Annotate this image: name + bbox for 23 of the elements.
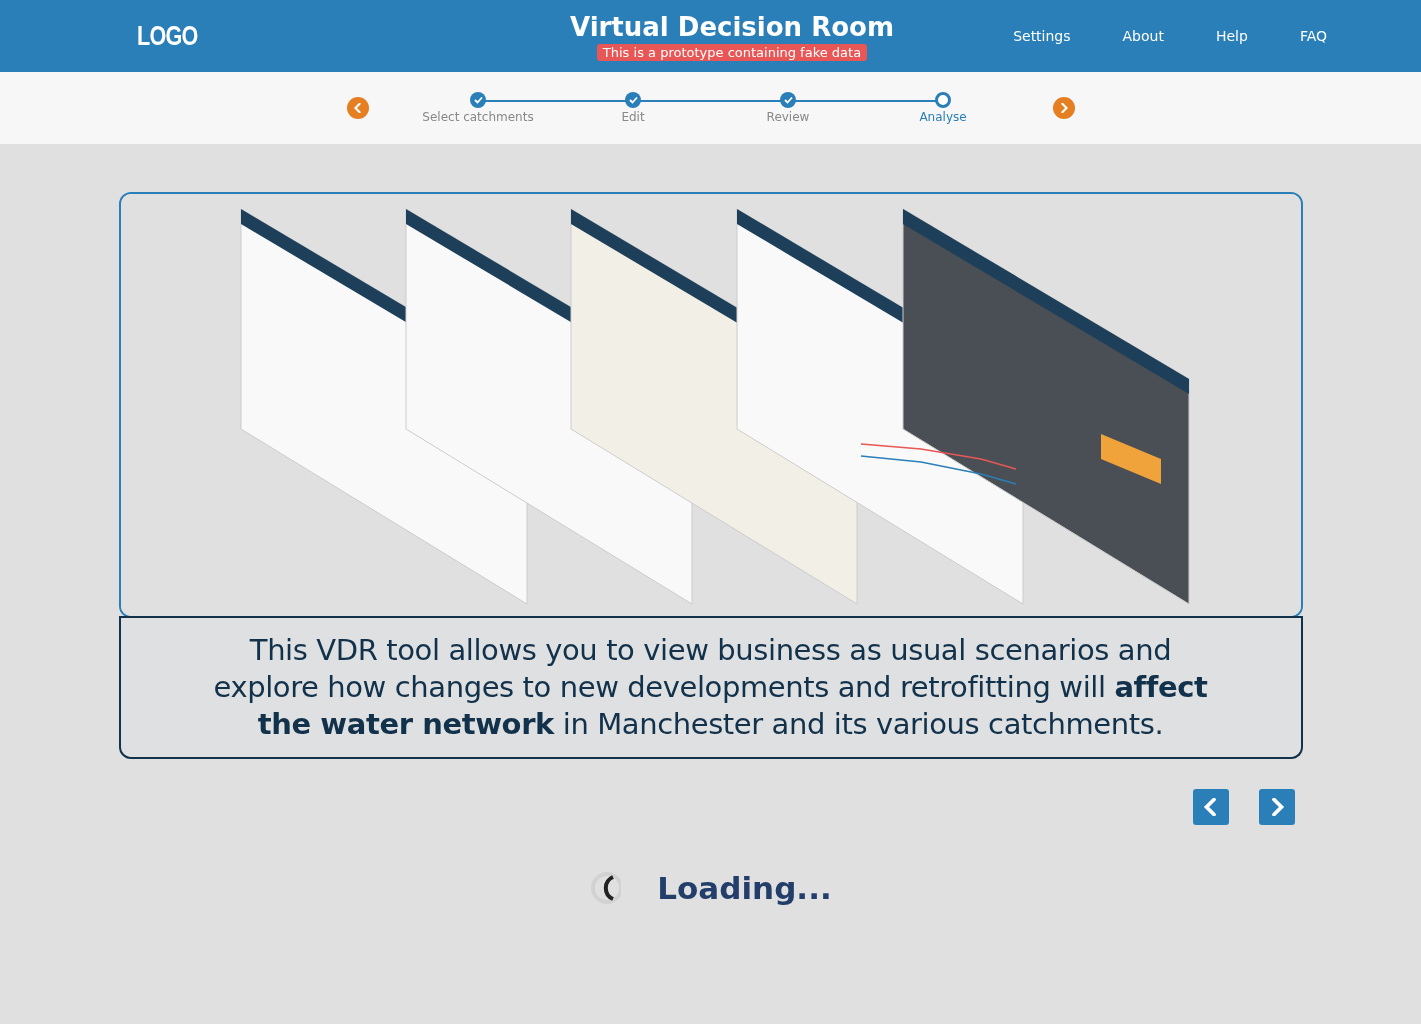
nav-link[interactable]: About: [1122, 28, 1164, 44]
loading-text: Loading...: [657, 870, 832, 906]
spinner-icon: [589, 870, 622, 906]
previous-slide-button[interactable]: [1192, 789, 1229, 825]
step-label[interactable]: Edit: [621, 110, 645, 124]
check-icon: [628, 96, 638, 104]
previous-step-button[interactable]: [346, 97, 369, 119]
chevron-left-icon: [352, 103, 363, 113]
nav-link[interactable]: FAQ: [1299, 28, 1327, 44]
prototype-banner: This is a prototype containing fake data: [596, 43, 868, 61]
next-slide-button[interactable]: [1258, 789, 1295, 825]
nav-link[interactable]: Settings: [1013, 28, 1071, 44]
step-label[interactable]: Select catchments: [422, 110, 534, 124]
check-icon: [783, 96, 793, 104]
step-label[interactable]: Review: [766, 110, 810, 124]
chevron-right-icon: [1058, 103, 1069, 113]
description-text: This VDR tool allows you to view business as usual scenarios and explore how changes to new developments and retrofitting will affect the water network in Manchester and its various catchments.: [120, 616, 1301, 757]
check-icon: [473, 96, 483, 104]
nav-link[interactable]: Help: [1215, 28, 1248, 44]
step-label[interactable]: Analyse: [919, 110, 967, 124]
app-title: Virtual Decision Room: [569, 11, 894, 42]
next-step-button[interactable]: [1052, 97, 1075, 119]
logo[interactable]: LOGO: [137, 20, 198, 52]
